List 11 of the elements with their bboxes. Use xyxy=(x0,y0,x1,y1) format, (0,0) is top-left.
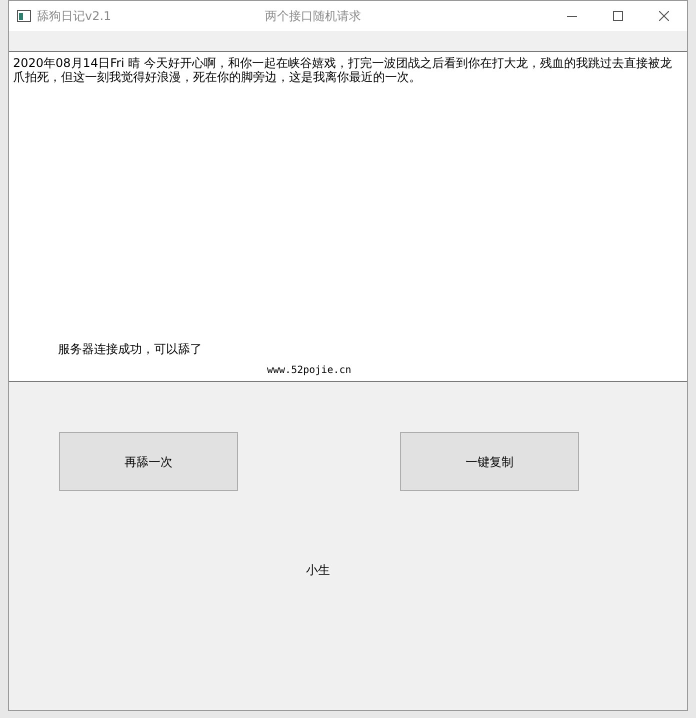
action-button[interactable]: 再舔一次 xyxy=(59,432,238,491)
status-text: 服务器连接成功，可以舔了 xyxy=(58,341,202,358)
close-icon xyxy=(659,11,669,21)
site-link[interactable]: www.52pojie.cn xyxy=(267,363,352,378)
window-icon xyxy=(17,10,31,22)
window-caption: 两个接口随机请求 xyxy=(265,8,361,25)
maximize-icon xyxy=(613,11,623,21)
window-title: 舔狗日记v2.1 xyxy=(37,8,112,25)
diary-text: 2020年08月14日Fri 晴 今天好开心啊，和你一起在峡谷嬉戏，打完一波团战之后看到你在打大龙，残血的我跳过去直接被龙爪拍死，但这一刻我觉得好浪漫，死在你的脚旁边，这是我离你最近的一次。 xyxy=(12,55,674,84)
action-button[interactable]: 一键复制 xyxy=(400,432,579,491)
author-label: 小生 xyxy=(306,562,330,579)
